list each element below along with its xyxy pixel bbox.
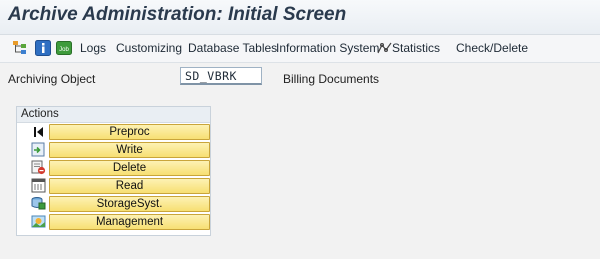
toolbar-database-tables[interactable]: Database Tables bbox=[188, 41, 277, 55]
archiving-object-description: Billing Documents bbox=[283, 72, 380, 86]
action-row-preproc: Preproc bbox=[31, 124, 212, 140]
management-button[interactable]: Management bbox=[49, 214, 210, 230]
job-icon-text: Job bbox=[59, 47, 69, 53]
toolbar-statistics[interactable]: Statistics bbox=[392, 41, 440, 55]
preproc-icon bbox=[31, 124, 46, 139]
toolbar-customizing[interactable]: Customizing bbox=[116, 41, 182, 55]
job-icon[interactable]: Job bbox=[56, 40, 72, 56]
page-title: Archive Administration: Initial Screen bbox=[8, 4, 347, 25]
application-toolbar: Job Logs Customizing Database Tables Inf… bbox=[0, 35, 600, 63]
preproc-button[interactable]: Preproc bbox=[49, 124, 210, 140]
action-row-management: Management bbox=[31, 214, 212, 230]
actions-panel-title: Actions bbox=[17, 107, 210, 123]
storage-system-icon bbox=[31, 196, 46, 211]
action-row-read: Read bbox=[31, 178, 212, 194]
statistics-icon bbox=[377, 41, 393, 57]
toolbar-information-system[interactable]: Information System bbox=[276, 41, 379, 55]
write-icon bbox=[31, 142, 46, 157]
archiving-object-input[interactable]: SD_VBRK bbox=[180, 67, 262, 85]
archiving-object-label: Archiving Object bbox=[8, 72, 96, 86]
actions-panel: Actions Preproc Write Delete Read Storag… bbox=[16, 106, 211, 236]
action-row-delete: Delete bbox=[31, 160, 212, 176]
delete-icon bbox=[31, 160, 46, 175]
info-icon[interactable] bbox=[35, 40, 51, 56]
title-bar: Archive Administration: Initial Screen bbox=[0, 0, 600, 35]
storage-system-button[interactable]: StorageSyst. bbox=[49, 196, 210, 212]
management-icon bbox=[31, 214, 46, 229]
write-button[interactable]: Write bbox=[49, 142, 210, 158]
toolbar-check-delete[interactable]: Check/Delete bbox=[456, 41, 528, 55]
action-row-write: Write bbox=[31, 142, 212, 158]
action-row-storage-system: StorageSyst. bbox=[31, 196, 212, 212]
toolbar-logs[interactable]: Logs bbox=[80, 41, 106, 55]
hierarchy-icon[interactable] bbox=[12, 40, 28, 56]
read-icon bbox=[31, 178, 46, 193]
read-button[interactable]: Read bbox=[49, 178, 210, 194]
delete-button[interactable]: Delete bbox=[49, 160, 210, 176]
